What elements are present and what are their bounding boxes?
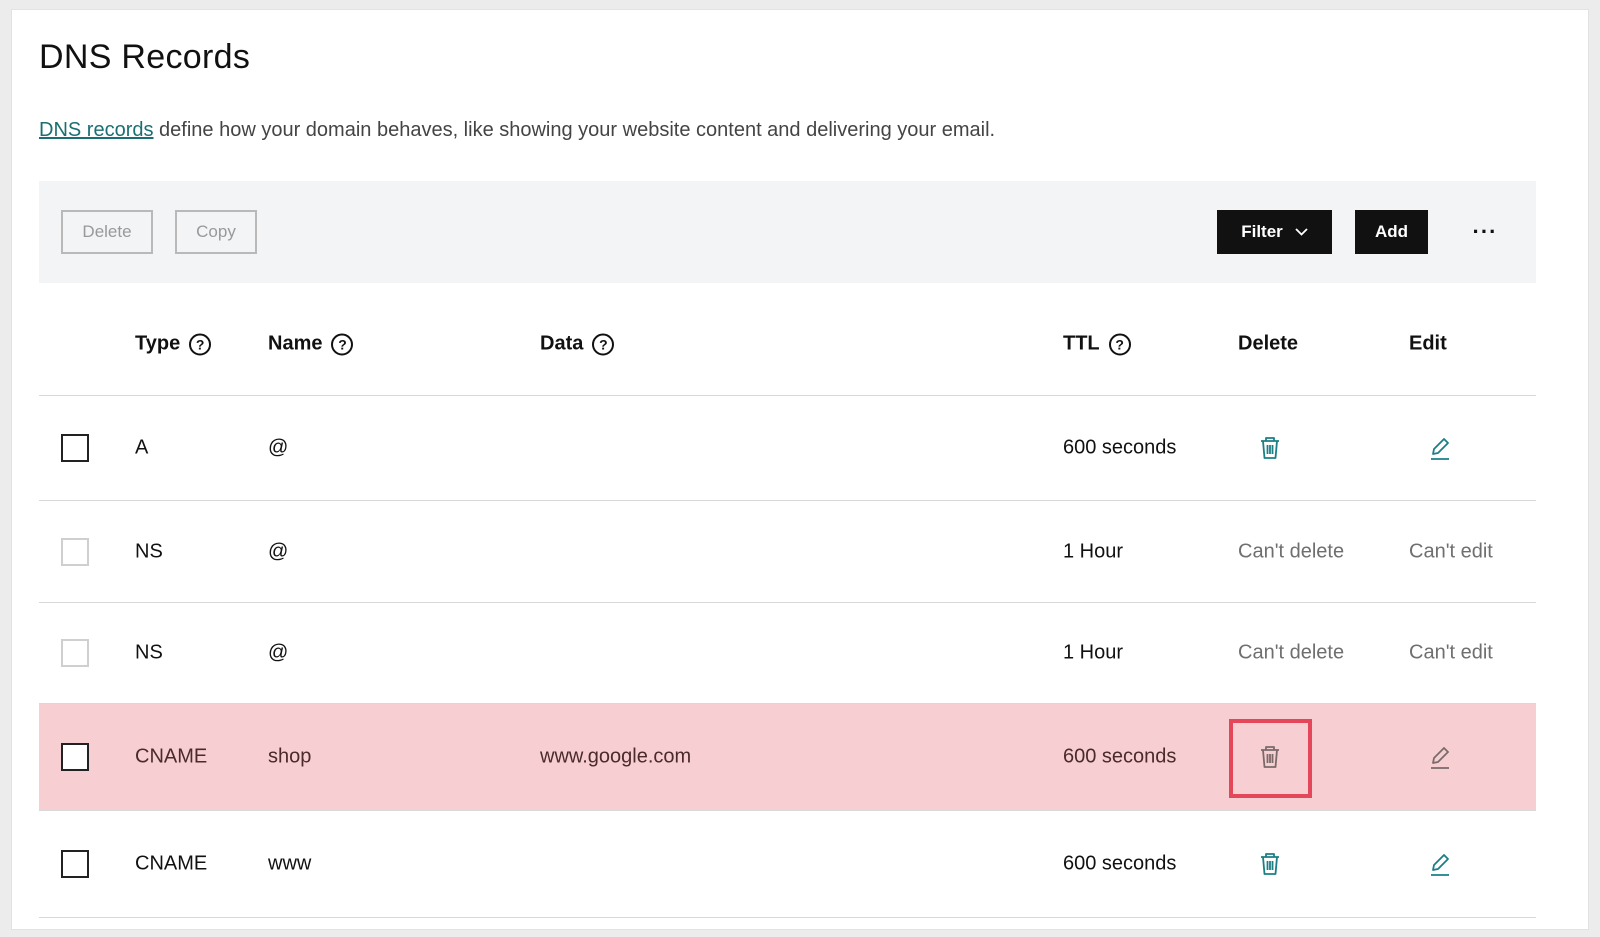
header-data: Data ? [540, 332, 615, 356]
row-checkbox [61, 537, 89, 566]
description-text: define how your domain behaves, like sho… [153, 119, 996, 141]
header-name-label: Name [268, 332, 323, 355]
dns-table: Type ? Name ? Data ? TTL ? Delete Edit A… [39, 293, 1536, 918]
filter-button[interactable]: Filter [1217, 210, 1332, 254]
record-name: www [268, 852, 312, 875]
help-icon[interactable]: ? [331, 333, 354, 355]
toolbar: Delete Copy Filter Add ··· [39, 181, 1536, 283]
table-row: A @ 600 seconds [39, 396, 1536, 501]
bulk-copy-button[interactable]: Copy [175, 210, 257, 254]
header-ttl-label: TTL [1063, 332, 1100, 355]
record-type: A [135, 436, 149, 459]
help-icon[interactable]: ? [592, 333, 615, 355]
header-data-label: Data [540, 332, 584, 355]
cant-edit-text: Can't edit [1409, 540, 1493, 562]
trash-icon[interactable] [1256, 434, 1284, 462]
filter-label: Filter [1241, 222, 1283, 241]
page-title: DNS Records [39, 38, 251, 76]
record-data: www.google.com [540, 745, 692, 768]
header-edit: Edit [1409, 332, 1447, 355]
record-ttl: 1 Hour [1063, 641, 1124, 664]
table-row: NS @ 1 Hour Can't delete Can't edit [39, 501, 1536, 603]
page-description: DNS records define how your domain behav… [39, 119, 995, 142]
record-ttl: 600 seconds [1063, 852, 1177, 875]
help-icon[interactable]: ? [189, 333, 212, 355]
table-row: CNAME www 600 seconds [39, 811, 1536, 918]
help-icon[interactable]: ? [1108, 333, 1131, 355]
more-options-icon[interactable]: ··· [1465, 210, 1505, 254]
cant-delete-text: Can't delete [1238, 641, 1345, 664]
row-checkbox[interactable] [61, 743, 89, 771]
table-row-highlighted: CNAME shop www.google.com 600 seconds [39, 704, 1536, 811]
pencil-icon[interactable] [1426, 850, 1454, 878]
record-name: @ [268, 641, 289, 664]
record-name: @ [268, 540, 289, 562]
record-ttl: 600 seconds [1063, 745, 1177, 768]
record-name: shop [268, 745, 312, 768]
dns-records-link[interactable]: DNS records [39, 119, 153, 141]
add-record-button[interactable]: Add [1355, 210, 1428, 254]
record-ttl: 1 Hour [1063, 540, 1124, 562]
header-type: Type ? [135, 332, 212, 356]
pencil-icon[interactable] [1426, 434, 1454, 462]
trash-icon[interactable] [1256, 850, 1284, 878]
header-name: Name ? [268, 332, 354, 356]
record-type: CNAME [135, 745, 208, 768]
table-row: NS @ 1 Hour Can't delete Can't edit [39, 603, 1536, 704]
record-name: @ [268, 436, 289, 459]
record-type: NS [135, 641, 163, 664]
row-checkbox[interactable] [61, 850, 89, 878]
dns-records-panel: DNS Records DNS records define how your … [11, 9, 1589, 930]
row-checkbox [61, 639, 89, 667]
row-checkbox[interactable] [61, 434, 89, 462]
table-header: Type ? Name ? Data ? TTL ? Delete Edit [39, 293, 1536, 396]
chevron-down-icon [1295, 228, 1308, 236]
header-type-label: Type [135, 332, 181, 355]
header-ttl: TTL ? [1063, 333, 1131, 356]
cant-edit-text: Can't edit [1409, 641, 1493, 664]
record-ttl: 600 seconds [1063, 436, 1177, 459]
record-type: NS [135, 540, 163, 562]
pencil-icon[interactable] [1426, 743, 1454, 771]
record-type: CNAME [135, 852, 208, 875]
header-delete: Delete [1238, 332, 1299, 355]
cant-delete-text: Can't delete [1238, 540, 1345, 562]
bulk-delete-button[interactable]: Delete [61, 210, 153, 254]
trash-icon[interactable] [1256, 743, 1284, 771]
